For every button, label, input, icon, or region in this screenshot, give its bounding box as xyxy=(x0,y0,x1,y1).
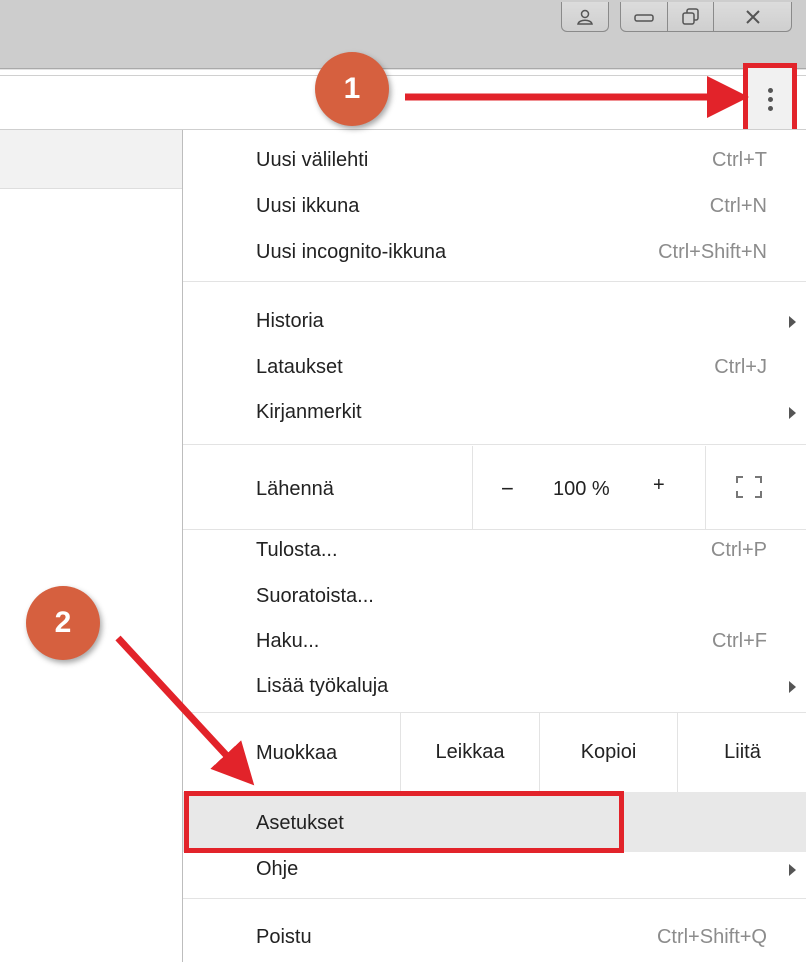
window-titlebar xyxy=(0,0,806,69)
menu-item-shortcut: Ctrl+Shift+Q xyxy=(656,926,767,948)
menu-item-cast[interactable]: Suoratoista... xyxy=(183,573,806,619)
zoom-in-button[interactable]: + xyxy=(653,474,665,497)
menu-item-print[interactable]: Tulosta... Ctrl+P xyxy=(183,527,806,573)
zoom-divider xyxy=(705,446,706,530)
menu-item-label: Historia xyxy=(256,310,324,332)
zoom-label: Lähennä xyxy=(256,478,334,500)
menu-item-label: Uusi välilehti xyxy=(256,149,369,171)
menu-item-shortcut: Ctrl+N xyxy=(709,195,767,217)
toolbar-divider xyxy=(0,75,806,76)
close-icon xyxy=(745,9,760,24)
paste-button[interactable]: Liitä xyxy=(678,712,806,792)
menu-separator xyxy=(183,444,806,445)
zoom-value: 100 % xyxy=(553,478,610,500)
menu-item-label: Haku... xyxy=(256,630,320,652)
page-content-strip xyxy=(0,130,182,189)
settings-highlight-box xyxy=(184,791,624,853)
maximize-icon xyxy=(681,7,699,25)
step-badge-2: 2 xyxy=(26,586,100,660)
cut-button[interactable]: Leikkaa xyxy=(401,712,539,792)
menu-item-shortcut: Ctrl+P xyxy=(710,539,767,561)
menu-separator xyxy=(183,281,806,282)
copy-button[interactable]: Kopioi xyxy=(540,712,677,792)
edit-label: Muokkaa xyxy=(256,742,338,764)
chevron-right-icon xyxy=(789,407,796,419)
close-button[interactable] xyxy=(714,2,792,32)
menu-item-label: Lisää työkaluja xyxy=(256,675,389,697)
minimize-icon xyxy=(634,13,654,22)
menu-item-history[interactable]: Historia xyxy=(183,298,806,344)
menu-item-shortcut: Ctrl+F xyxy=(712,630,767,652)
menu-item-shortcut: Ctrl+Shift+N xyxy=(658,241,767,263)
menu-item-more-tools[interactable]: Lisää työkaluja xyxy=(183,663,806,709)
zoom-row: Lähennä − 100 % + xyxy=(183,446,806,530)
menu-separator xyxy=(183,898,806,899)
user-icon xyxy=(577,9,593,25)
edit-row: Muokkaa Leikkaa Kopioi Liitä xyxy=(183,712,806,792)
step-badge-1: 1 xyxy=(315,52,389,126)
browser-toolbar xyxy=(0,69,806,130)
zoom-out-button[interactable]: − xyxy=(501,476,514,502)
menu-item-shortcut: Ctrl+T xyxy=(712,149,767,171)
maximize-button[interactable] xyxy=(668,2,714,32)
menu-item-label: Lataukset xyxy=(256,356,343,378)
fullscreen-icon[interactable] xyxy=(736,476,762,498)
menu-item-new-window[interactable]: Uusi ikkuna Ctrl+N xyxy=(183,183,806,229)
menu-item-bookmarks[interactable]: Kirjanmerkit xyxy=(183,389,806,435)
bookmark-star-icon[interactable]: ☆ xyxy=(708,90,722,110)
menu-item-label: Uusi incognito-ikkuna xyxy=(256,241,447,263)
minimize-button[interactable] xyxy=(620,2,668,32)
menu-item-downloads[interactable]: Lataukset Ctrl+J xyxy=(183,344,806,390)
kebab-vertical-icon xyxy=(767,87,773,111)
zoom-divider xyxy=(472,446,473,530)
menu-item-exit[interactable]: Poistu Ctrl+Shift+Q xyxy=(183,914,806,960)
menu-item-label: Kirjanmerkit xyxy=(256,401,362,423)
menu-item-new-incognito[interactable]: Uusi incognito-ikkuna Ctrl+Shift+N xyxy=(183,229,806,275)
chevron-right-icon xyxy=(789,681,796,693)
menu-item-find[interactable]: Haku... Ctrl+F xyxy=(183,618,806,664)
profile-button[interactable] xyxy=(561,2,609,32)
chrome-menu-button[interactable] xyxy=(743,63,797,135)
menu-item-label: Poistu xyxy=(256,926,312,948)
chevron-right-icon xyxy=(789,864,796,876)
menu-item-new-tab[interactable]: Uusi välilehti Ctrl+T xyxy=(183,137,806,183)
chevron-right-icon xyxy=(789,316,796,328)
menu-item-label: Tulosta... xyxy=(256,539,338,561)
menu-item-shortcut: Ctrl+J xyxy=(714,356,767,378)
menu-item-label: Uusi ikkuna xyxy=(256,195,360,217)
menu-item-label: Suoratoista... xyxy=(256,585,374,607)
